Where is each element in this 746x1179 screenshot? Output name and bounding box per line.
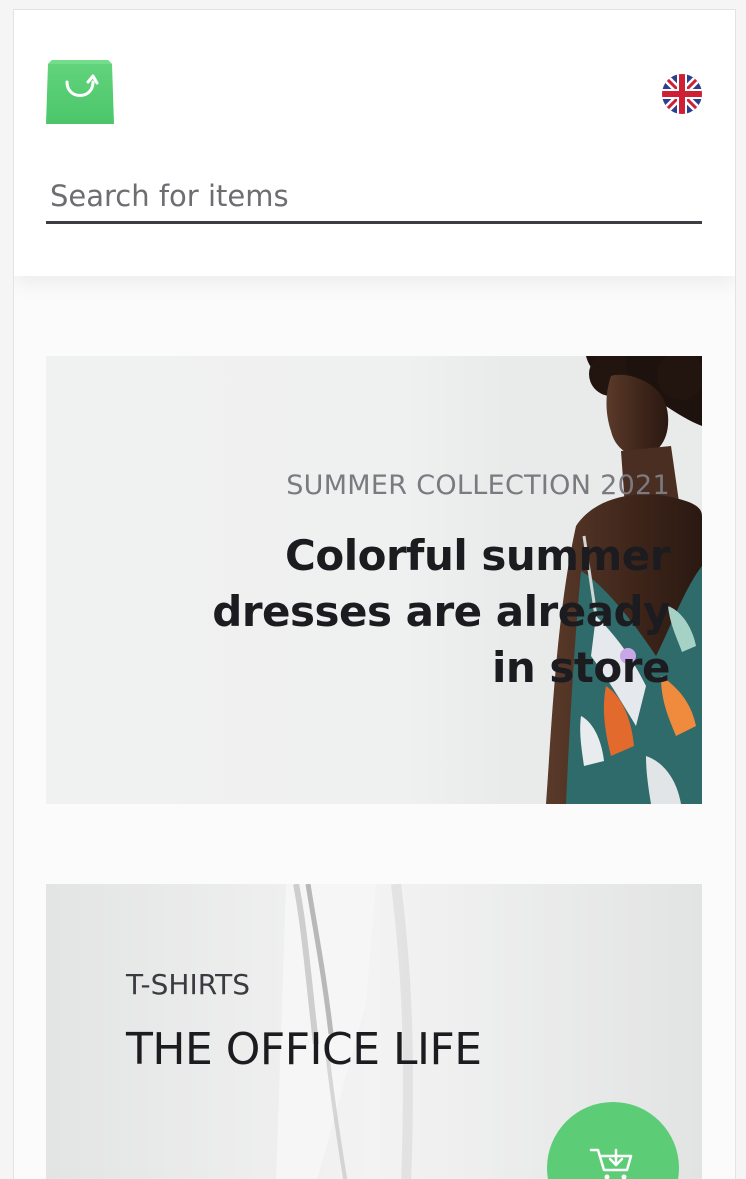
shopping-bag-icon[interactable] — [46, 58, 114, 125]
uk-flag-icon[interactable] — [662, 74, 702, 114]
cart-add-icon — [589, 1144, 637, 1179]
search-input[interactable] — [46, 170, 702, 224]
summer-collection-banner[interactable]: SUMMER COLLECTION 2021 Colorful summer d… — [46, 356, 702, 804]
banner-title: THE OFFICE LIFE — [126, 1024, 482, 1075]
banner-eyebrow: SUMMER COLLECTION 2021 — [286, 470, 670, 501]
banner-title: Colorful summer dresses are already in s… — [200, 528, 670, 696]
banner-eyebrow: T-SHIRTS — [126, 968, 250, 1001]
header — [14, 10, 735, 276]
app-frame: SUMMER COLLECTION 2021 Colorful summer d… — [13, 9, 736, 1179]
